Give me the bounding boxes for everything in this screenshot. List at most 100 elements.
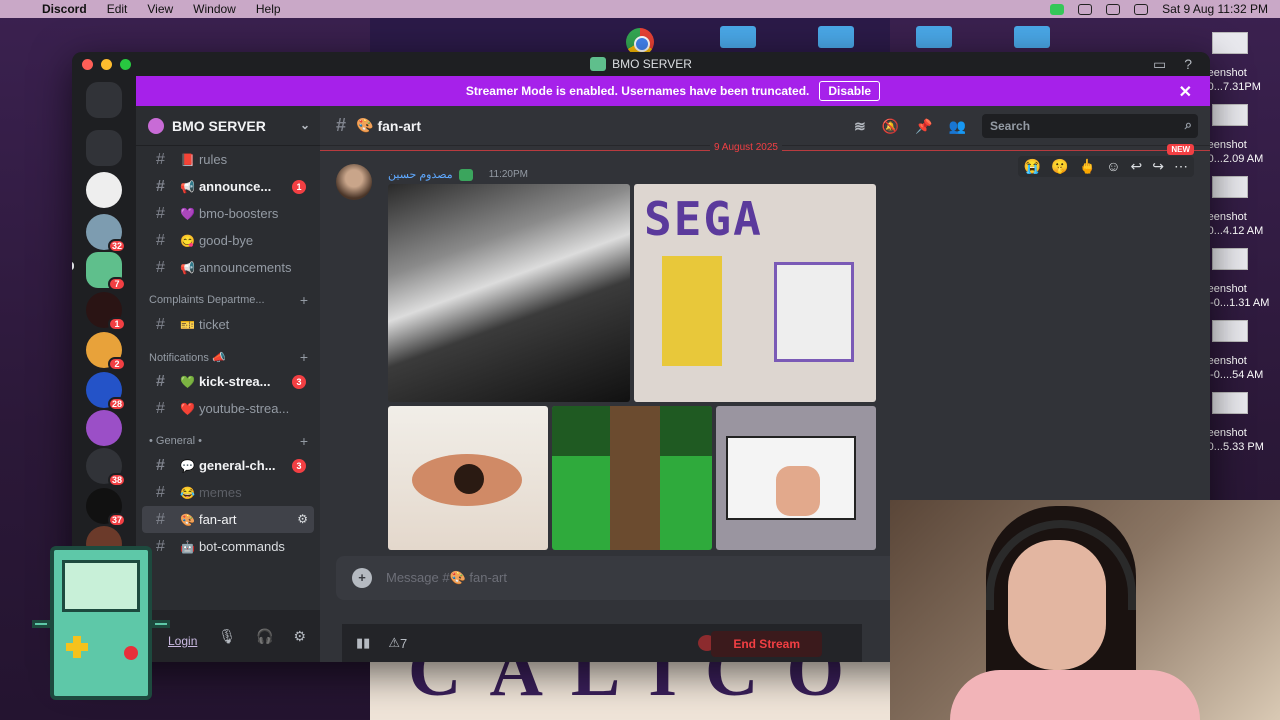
notification-bell-icon[interactable]: 🔕	[882, 118, 899, 135]
folder-icon[interactable]	[916, 26, 952, 48]
disable-button[interactable]: Disable	[819, 81, 881, 101]
server-icon[interactable]: 28	[86, 372, 126, 411]
server-header[interactable]: BMO SERVER ⌄	[136, 106, 320, 146]
help-icon[interactable]: ?	[1184, 56, 1192, 73]
server-icon[interactable]	[86, 172, 122, 208]
desktop-file[interactable]: reenshot -0...2.09 AM	[1204, 100, 1280, 172]
channel-hash-icon: #	[336, 115, 347, 135]
discord-home-icon[interactable]	[86, 82, 122, 118]
login-link[interactable]: Login	[168, 634, 197, 648]
microphone-icon[interactable]: 🎙	[218, 628, 236, 645]
channel-header: # 🎨 fan-art ≋ 🔕 📌 👥 Search ⌕	[320, 106, 1210, 146]
more-icon[interactable]: ⋯	[1174, 158, 1188, 175]
server-icon	[590, 57, 607, 71]
server-icon[interactable]: 32	[86, 214, 126, 253]
apple-icon[interactable]	[18, 3, 30, 15]
fanart-image-tree[interactable]	[552, 406, 712, 550]
channel-settings-icon[interactable]: ⚙	[297, 512, 308, 526]
desktop-file[interactable]: reenshot 5-0....54 AM	[1204, 316, 1280, 388]
gear-icon[interactable]: ⚙	[293, 628, 306, 645]
viewers-icon[interactable]: ⚠	[388, 635, 400, 651]
author-name[interactable]: مصدوم حسين	[388, 168, 453, 181]
window-title: BMO SERVER	[612, 57, 692, 71]
channel-hash-icon: #	[156, 456, 165, 474]
control-center-icon[interactable]	[1134, 3, 1149, 15]
menu-edit[interactable]: Edit	[107, 2, 128, 16]
reaction-emoji[interactable]: 😭	[1024, 158, 1041, 175]
close-icon[interactable]: ✕	[1179, 82, 1192, 102]
server-icon[interactable]: 38	[86, 448, 126, 487]
member-list-icon[interactable]: 👥	[949, 118, 966, 135]
folder-icon[interactable]	[720, 26, 756, 48]
end-stream-button[interactable]: End Stream	[711, 631, 822, 657]
menu-window[interactable]: Window	[193, 2, 236, 16]
menu-view[interactable]: View	[147, 2, 173, 16]
channel-kick-streams[interactable]: # 💚 kick-strea... 3	[142, 368, 314, 395]
add-reaction-icon[interactable]: ☺	[1106, 158, 1120, 175]
fanart-image-eye[interactable]	[388, 406, 548, 550]
desktop-file[interactable]: reenshot 5-0...1.31 AM	[1204, 244, 1280, 316]
channel-sidebar: BMO SERVER ⌄ # 📕 rules # 📢 announce... 1 # 💜 bm…	[136, 106, 320, 662]
folder-icon[interactable]	[1014, 26, 1050, 48]
facetime-icon[interactable]	[1050, 3, 1065, 15]
channel-good-bye[interactable]: # 😋 good-bye	[142, 227, 314, 254]
reaction-emoji[interactable]: 🖕	[1079, 158, 1096, 175]
reply-icon[interactable]: ↩	[1131, 158, 1143, 175]
battery-icon[interactable]	[1106, 3, 1121, 15]
desktop-file[interactable]: reenshot -0...4.12 AM	[1204, 172, 1280, 244]
mention-badge: 2	[108, 357, 126, 371]
channel-ticket[interactable]: # 🎫 ticket	[142, 311, 314, 338]
new-badge: NEW	[1167, 144, 1194, 155]
threads-icon[interactable]: ≋	[854, 118, 866, 135]
channel-fan-art[interactable]: # 🎨 fan-art ⚙	[142, 506, 314, 533]
folder-icon[interactable]	[818, 26, 854, 48]
category-notifications[interactable]: Notifications 📣 +	[136, 346, 320, 368]
desktop-file[interactable]: reenshot -0...7.31PM	[1204, 28, 1280, 100]
menu-help[interactable]: Help	[256, 2, 281, 16]
category-general[interactable]: • General • +	[136, 430, 320, 452]
channel-bot-commands[interactable]: # 🤖 bot-commands	[142, 533, 314, 560]
channel-memes[interactable]: # 😂 memes	[142, 479, 314, 506]
channel-rules[interactable]: # 📕 rules	[142, 146, 314, 173]
server-icon[interactable]: 7	[86, 252, 126, 291]
channel-announce[interactable]: # 📢 announce... 1	[142, 173, 314, 200]
chevron-down-icon[interactable]: ⌄	[300, 118, 310, 132]
menu-app-name[interactable]: Discord	[42, 2, 87, 16]
stats-icon[interactable]: ▮▮	[356, 635, 370, 651]
channel-announcements[interactable]: # 📢 announcements	[142, 254, 314, 281]
attach-plus-icon[interactable]: +	[352, 568, 372, 588]
fanart-image-mountains[interactable]	[388, 184, 630, 402]
channel-bmo-boosters[interactable]: # 💜 bmo-boosters	[142, 200, 314, 227]
server-icon[interactable]	[86, 410, 122, 446]
add-channel-icon[interactable]: +	[300, 349, 308, 365]
channel-hash-icon: #	[156, 204, 165, 222]
message-placeholder: Message #🎨 fan-art	[386, 570, 507, 585]
headphones-icon[interactable]: 🎧	[256, 628, 273, 645]
pin-icon[interactable]: 📌	[915, 118, 932, 135]
search-input[interactable]: Search ⌕	[982, 114, 1198, 138]
channel-general-chat[interactable]: # 💬 general-ch... 3	[142, 452, 314, 479]
zoom-window-button[interactable]	[120, 59, 131, 70]
minimize-window-button[interactable]	[101, 59, 112, 70]
avatar[interactable]	[336, 164, 372, 200]
inbox-icon[interactable]: ▭	[1153, 56, 1166, 73]
folder-icon[interactable]	[86, 130, 122, 166]
category-complaints[interactable]: Complaints Departme... +	[136, 289, 320, 311]
fanart-image-sega[interactable]: SEGA	[634, 184, 876, 402]
wifi-icon[interactable]	[1078, 3, 1093, 15]
reaction-emoji[interactable]: 🤫	[1051, 158, 1068, 175]
add-channel-icon[interactable]: +	[300, 433, 308, 449]
file-thumbnail	[1212, 176, 1248, 198]
channel-youtube-streams[interactable]: # ❤️ youtube-strea...	[142, 395, 314, 422]
server-icon[interactable]: 2	[86, 332, 126, 371]
fanart-image-piano[interactable]	[716, 406, 876, 550]
forward-icon[interactable]: ↪	[1152, 158, 1164, 175]
clock[interactable]: Sat 9 Aug 11:32 PM	[1162, 2, 1268, 16]
desktop-file[interactable]: reenshot -0...5.33 PM	[1204, 388, 1280, 460]
server-name: BMO SERVER	[172, 117, 266, 134]
add-channel-icon[interactable]: +	[300, 292, 308, 308]
bmo-sticker	[32, 546, 170, 700]
server-icon[interactable]: 37	[86, 488, 126, 527]
close-window-button[interactable]	[82, 59, 93, 70]
server-icon[interactable]: 1	[86, 292, 126, 331]
